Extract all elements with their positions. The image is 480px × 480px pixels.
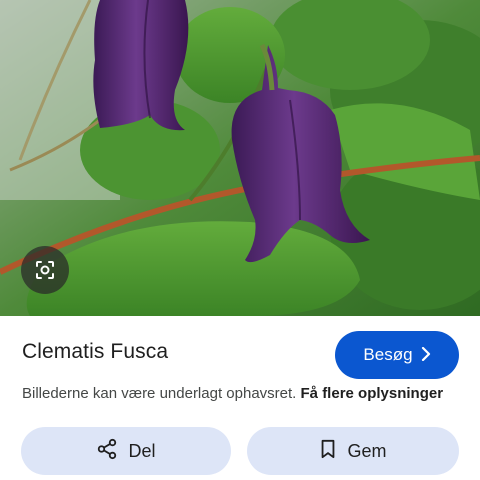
chevron-right-icon <box>421 346 431 364</box>
share-icon <box>96 438 118 465</box>
copyright-text: Billederne kan være underlagt ophavsret. <box>22 385 297 402</box>
share-label: Del <box>128 440 156 461</box>
more-info-link[interactable]: Få flere oplysninger <box>301 385 444 402</box>
visit-label: Besøg <box>363 345 413 364</box>
lens-camera-icon[interactable] <box>21 246 69 294</box>
share-button[interactable]: Del <box>21 427 231 475</box>
clematis-photo <box>0 0 480 316</box>
visit-button[interactable]: Besøg <box>335 331 459 379</box>
bookmark-icon <box>319 439 337 464</box>
page-title: Clematis Fusca <box>22 340 169 363</box>
save-label: Gem <box>347 440 387 461</box>
copyright-notice: Billederne kan være underlagt ophavsret.… <box>22 385 443 402</box>
save-button[interactable]: Gem <box>247 427 459 475</box>
result-image[interactable] <box>0 0 480 316</box>
